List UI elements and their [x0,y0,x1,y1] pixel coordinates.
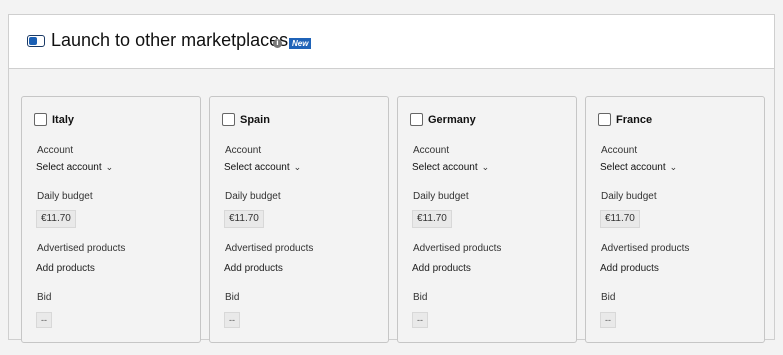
marketplace-card-italy: Italy Account Select account ⌄ Daily budg… [21,96,201,343]
account-label: Account [37,145,74,156]
add-products-link[interactable]: Add products [224,263,283,274]
daily-budget-label: Daily budget [225,191,281,202]
daily-budget-label: Daily budget [413,191,469,202]
add-products-link[interactable]: Add products [412,263,471,274]
bid-label: Bid [413,292,428,303]
account-select-label: Select account [224,162,290,173]
marketplace-name: Spain [240,114,270,126]
advertised-products-label: Advertised products [37,243,126,254]
marketplace-name: Germany [428,114,476,126]
account-select-label: Select account [36,162,102,173]
daily-budget-input[interactable]: €11.70 [36,210,76,228]
marketplace-card-france: France Account Select account ⌄ Daily bud… [585,96,765,343]
bid-label: Bid [37,292,52,303]
toggle-icon[interactable] [27,35,45,47]
marketplace-name: France [616,114,653,126]
marketplace-checkbox-italy[interactable] [34,113,47,126]
marketplace-checkbox-spain[interactable] [222,113,235,126]
account-label: Account [413,145,450,156]
advertised-products-label: Advertised products [601,243,690,254]
marketplace-card-spain: Spain Account Select account ⌄ Daily budg… [209,96,389,343]
account-select[interactable]: Select account ⌄ [412,162,489,173]
chevron-down-icon: ⌄ [105,162,114,172]
account-label: Account [601,145,638,156]
page-title: Launch to other marketplaces [51,30,289,50]
marketplace-checkbox-france[interactable] [598,113,611,126]
bid-label: Bid [601,292,616,303]
daily-budget-label: Daily budget [601,191,657,202]
chevron-down-icon: ⌄ [669,162,678,172]
panel-header: Launch to other marketplaces i New [9,15,774,69]
toggle-knob [29,37,37,45]
bid-value[interactable]: -- [600,312,616,328]
account-select[interactable]: Select account ⌄ [36,162,113,173]
bid-value[interactable]: -- [36,312,52,328]
daily-budget-label: Daily budget [37,191,93,202]
marketplace-card-germany: Germany Account Select account ⌄ Daily bu… [397,96,577,343]
daily-budget-input[interactable]: €11.70 [224,210,264,228]
daily-budget-input[interactable]: €11.70 [600,210,640,228]
marketplace-checkbox-germany[interactable] [410,113,423,126]
add-products-link[interactable]: Add products [600,263,659,274]
account-select[interactable]: Select account ⌄ [224,162,301,173]
daily-budget-input[interactable]: €11.70 [412,210,452,228]
account-label: Account [225,145,262,156]
account-select[interactable]: Select account ⌄ [600,162,677,173]
advertised-products-label: Advertised products [413,243,502,254]
bid-value[interactable]: -- [224,312,240,328]
chevron-down-icon: ⌄ [293,162,302,172]
account-select-label: Select account [600,162,666,173]
bid-label: Bid [225,292,240,303]
bid-value[interactable]: -- [412,312,428,328]
advertised-products-label: Advertised products [225,243,314,254]
new-badge: New [289,38,312,49]
info-icon[interactable]: i [273,39,282,48]
account-select-label: Select account [412,162,478,173]
launch-panel: Launch to other marketplaces i New Italy… [8,14,775,343]
marketplace-name: Italy [52,114,75,126]
chevron-down-icon: ⌄ [481,162,490,172]
add-products-link[interactable]: Add products [36,263,95,274]
